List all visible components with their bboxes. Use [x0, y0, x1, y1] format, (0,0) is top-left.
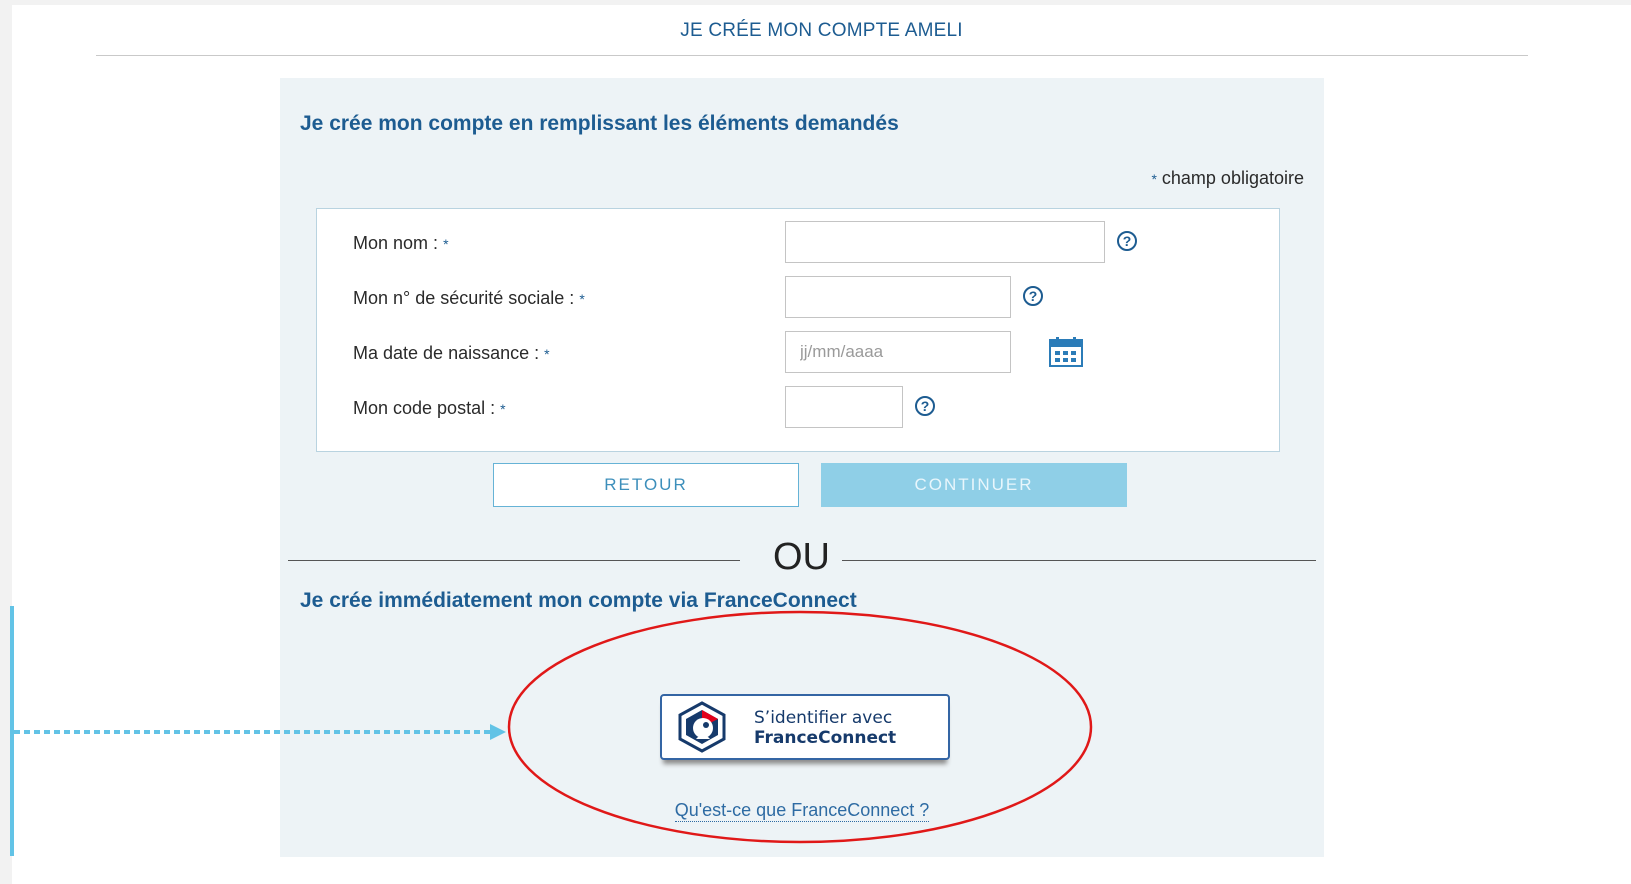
form-row-postcode: Mon code postal : * ?	[317, 386, 1279, 432]
name-label: Mon nom : *	[353, 233, 449, 253]
or-separator-text: OU	[773, 536, 830, 578]
required-note-text: champ obligatoire	[1161, 168, 1304, 188]
calendar-icon[interactable]	[1049, 337, 1083, 367]
or-divider-right	[842, 560, 1316, 561]
form-row-social-security: Mon n° de sécurité sociale : * ?	[317, 276, 1279, 322]
form-row-name: Mon nom : * ?	[317, 221, 1279, 267]
form-row-birthdate: Ma date de naissance : *	[317, 331, 1279, 377]
birthdate-input[interactable]	[785, 331, 1011, 373]
franceconnect-line1: S’identifier avec	[754, 708, 893, 728]
postcode-help-icon[interactable]: ?	[915, 396, 935, 416]
franceconnect-section-title: Je crée immédiatement mon compte via Fra…	[300, 589, 857, 612]
required-field-note: * champ obligatoire	[1151, 168, 1304, 189]
franceconnect-info-link-wrap: Qu'est-ce que FranceConnect ?	[280, 800, 1324, 822]
header-divider	[96, 55, 1528, 56]
required-star: *	[1151, 171, 1157, 187]
form-section-title: Je crée mon compte en remplissant les él…	[300, 112, 899, 135]
franceconnect-button[interactable]: S’identifier avec FranceConnect	[660, 694, 950, 760]
franceconnect-line2: FranceConnect	[754, 728, 897, 748]
postcode-label: Mon code postal : *	[353, 398, 506, 418]
name-input[interactable]	[785, 221, 1105, 263]
postcode-input[interactable]	[785, 386, 903, 428]
account-creation-panel: Je crée mon compte en remplissant les él…	[280, 78, 1324, 857]
franceconnect-button-text: S’identifier avec FranceConnect	[754, 708, 896, 748]
franceconnect-info-link[interactable]: Qu'est-ce que FranceConnect ?	[674, 800, 930, 822]
social-security-help-icon[interactable]: ?	[1023, 286, 1043, 306]
continue-button[interactable]: CONTINUER	[821, 463, 1127, 507]
or-divider-left	[288, 560, 740, 561]
annotation-side-bar	[10, 606, 14, 856]
identity-form: Mon nom : * ? Mon n° de sécurité sociale…	[316, 208, 1280, 452]
name-help-icon[interactable]: ?	[1117, 231, 1137, 251]
back-button[interactable]: RETOUR	[493, 463, 799, 507]
page-title: JE CRÉE MON COMPTE AMELI	[680, 20, 963, 41]
social-security-input[interactable]	[785, 276, 1011, 318]
social-security-label: Mon n° de sécurité sociale : *	[353, 288, 585, 308]
franceconnect-logo-icon	[678, 701, 726, 753]
birthdate-label: Ma date de naissance : *	[353, 343, 550, 363]
